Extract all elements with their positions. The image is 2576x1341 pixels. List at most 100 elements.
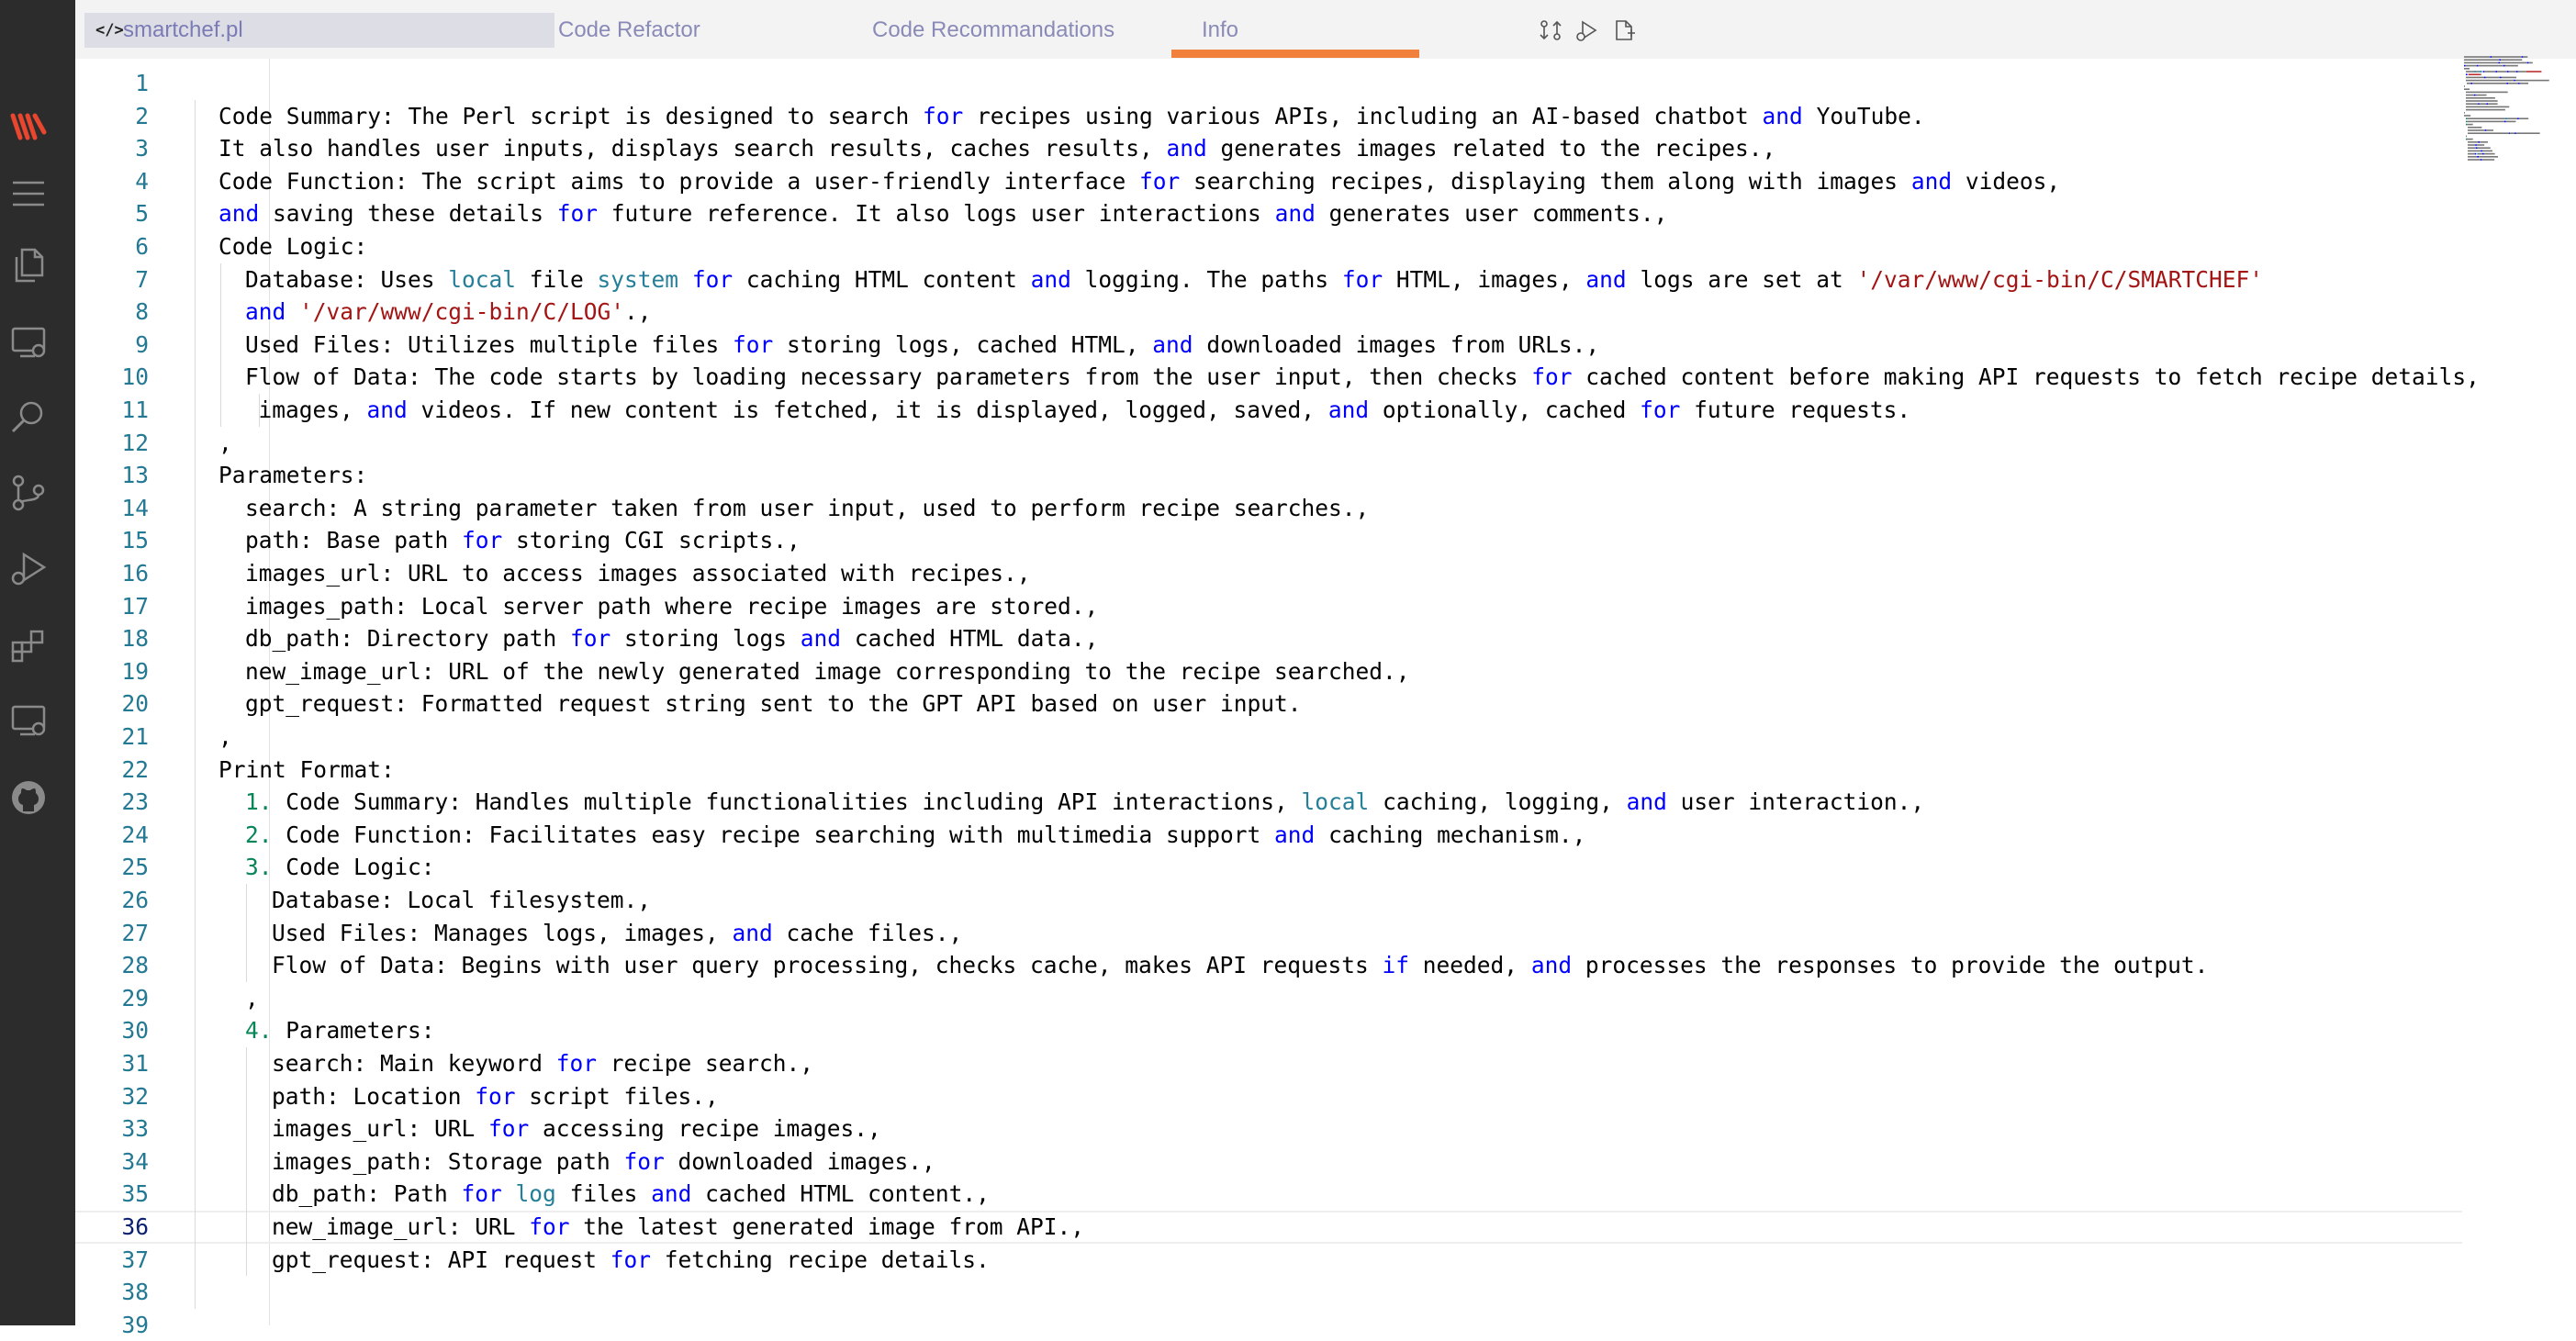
code-line[interactable]: 1: [75, 67, 2462, 100]
code-line[interactable]: 34 images_path: Storage path for download…: [75, 1145, 2462, 1179]
code-line[interactable]: 25 3. Code Logic:: [75, 851, 2462, 884]
code-line[interactable]: 12,: [75, 427, 2462, 460]
minimap-token: [2476, 71, 2480, 73]
code-line[interactable]: 10 Flow of Data: The code starts by loadi…: [75, 361, 2479, 394]
code-line[interactable]: 20 gpt_request: Formatted request string …: [75, 687, 2462, 721]
code-line[interactable]: 26 Database: Local filesystem.,: [75, 884, 2462, 917]
source-control-icon[interactable]: [7, 472, 50, 514]
code-line[interactable]: 5 and saving these details for future ref…: [75, 197, 2462, 230]
code-line[interactable]: 6 Code Logic:: [75, 230, 2462, 263]
code-line[interactable]: 24 2. Code Function: Facilitates easy rec…: [75, 819, 2462, 852]
code-line[interactable]: 2 Code Summary: The Perl script is design…: [75, 100, 2462, 133]
line-number: 38: [121, 1279, 149, 1306]
code-text: 3. Code Logic:: [245, 851, 435, 884]
code-token: for: [570, 625, 611, 653]
code-text: and '/var/www/cgi-bin/C/LOG'.,: [245, 296, 652, 329]
minimap-token: [2523, 56, 2528, 58]
search-icon[interactable]: [7, 397, 50, 439]
code-text: ,: [218, 427, 232, 460]
line-number: 21: [121, 723, 149, 750]
menu-icon[interactable]: [7, 173, 50, 215]
minimap-token: [2468, 132, 2510, 134]
code-token: for: [1139, 167, 1181, 195]
code-token: gpt_request: API request: [272, 1246, 610, 1273]
github-icon[interactable]: [7, 777, 50, 819]
code-line[interactable]: 33 images_url: URL for accessing recipe i…: [75, 1112, 2462, 1145]
code-line[interactable]: 28 Flow of Data: Begins with user query p…: [75, 949, 2462, 982]
code-line[interactable]: 22 Print Format:: [75, 754, 2462, 787]
minimap-token: [2483, 152, 2495, 155]
minimap-token: [2479, 103, 2487, 105]
code-line[interactable]: 8 and '/var/www/cgi-bin/C/LOG'.,: [75, 296, 2462, 329]
code-line[interactable]: 39: [75, 1309, 2462, 1341]
minimap-token: [2473, 94, 2476, 96]
code-line[interactable]: 37 gpt_request: API request for fetching …: [75, 1244, 2462, 1277]
code-line[interactable]: 9 Used Files: Utilizes multiple files for…: [75, 329, 2462, 362]
code-line[interactable]: 36 new_image_url: URL for the latest gene…: [75, 1211, 2462, 1244]
minimap-token: [2506, 83, 2509, 84]
code-token: user interaction.,: [1666, 788, 1925, 816]
code-text: Code Function: The script aims to provid…: [218, 165, 2060, 198]
line-number: 28: [121, 952, 149, 979]
code-line[interactable]: 15 path: Base path for storing CGI script…: [75, 524, 2462, 557]
minimap-token: [2466, 94, 2474, 96]
code-line[interactable]: 19 new_image_url: URL of the newly genera…: [75, 655, 2462, 688]
minimap-token: [2509, 132, 2511, 134]
remote-explorer-icon[interactable]: [7, 321, 50, 363]
code-line[interactable]: 13 Parameters:: [75, 459, 2462, 492]
code-line[interactable]: 3 It also handles user inputs, displays s…: [75, 132, 2462, 165]
code-line[interactable]: 30 4. Parameters:: [75, 1014, 2462, 1047]
code-line[interactable]: 11 images, and videos. If new content is …: [75, 394, 2462, 427]
code-line[interactable]: 31 search: Main keyword for recipe search…: [75, 1047, 2462, 1080]
code-text: Flow of Data: The code starts by loading…: [245, 361, 2480, 394]
new-file-icon[interactable]: [1612, 18, 1636, 42]
minimap-token: [2521, 56, 2524, 58]
extensions-icon[interactable]: [7, 624, 50, 666]
code-token: files: [555, 1180, 652, 1208]
minimap-token: [2467, 120, 2504, 123]
code-token: Flow of Data: The code starts by loading…: [245, 363, 1532, 391]
code-line[interactable]: 29,: [75, 982, 2462, 1015]
code-line[interactable]: 21,: [75, 721, 2462, 754]
code-line[interactable]: 14 search: A string parameter taken from …: [75, 492, 2462, 525]
tab-code-refactor[interactable]: Code Refactor: [558, 0, 797, 59]
code-token: for: [610, 1246, 652, 1273]
code-line[interactable]: 27 Used Files: Manages logs, images, and …: [75, 917, 2462, 950]
minimap[interactable]: [2462, 51, 2576, 299]
line-number: 16: [121, 560, 149, 587]
code-line[interactable]: 38: [75, 1276, 2462, 1309]
code-token: new_image_url: URL: [272, 1213, 530, 1240]
code-token: and: [245, 298, 286, 326]
line-number: 36: [121, 1213, 149, 1240]
code-line[interactable]: 35 db_path: Path for log files and cached…: [75, 1178, 2462, 1211]
code-token: path: Base path: [245, 527, 463, 554]
code-token: YouTube.: [1802, 102, 1925, 129]
code-line[interactable]: 18 db_path: Directory path for storing lo…: [75, 622, 2462, 655]
code-text: Print Format:: [218, 754, 395, 787]
code-text: images_path: Storage path for downloaded…: [272, 1145, 935, 1179]
minimap-token: [2507, 71, 2509, 73]
run-file-icon[interactable]: [1575, 18, 1599, 42]
code-token: Parameters:: [272, 1017, 435, 1045]
code-line[interactable]: 23 1. Code Summary: Handles multiple func…: [75, 786, 2462, 819]
run-debug-icon[interactable]: [7, 547, 50, 589]
tab-file[interactable]: </> smartchef.pl: [84, 13, 554, 48]
explorer-icon[interactable]: [7, 244, 50, 286]
code-line[interactable]: 17 images_path: Local server path where r…: [75, 590, 2462, 623]
minimap-token: [2518, 83, 2520, 84]
code-token: and: [366, 397, 408, 423]
code-line[interactable]: 4 Code Function: The script aims to provi…: [75, 165, 2462, 198]
line-number: 29: [121, 984, 149, 1011]
code-token: 2.: [245, 821, 273, 848]
remote-icon[interactable]: [7, 699, 50, 742]
code-line[interactable]: 16 images_url: URL to access images assoc…: [75, 557, 2462, 590]
compare-changes-icon[interactable]: [1539, 18, 1562, 42]
minimap-token: [2501, 76, 2516, 79]
code-editor[interactable]: 1 2 Code Summary: The Perl script is desig…: [75, 59, 2480, 1338]
logo-icon[interactable]: [7, 105, 50, 147]
code-line[interactable]: 32 path: Location for script files.,: [75, 1080, 2462, 1113]
code-line[interactable]: 7 Database: Uses local file system for ca…: [75, 263, 2462, 296]
minimap-token: [2466, 76, 2484, 79]
tab-bar: </> smartchef.pl Code Refactor Code Reco…: [75, 0, 2576, 59]
code-text: 2. Code Function: Facilitates easy recip…: [245, 819, 1585, 852]
